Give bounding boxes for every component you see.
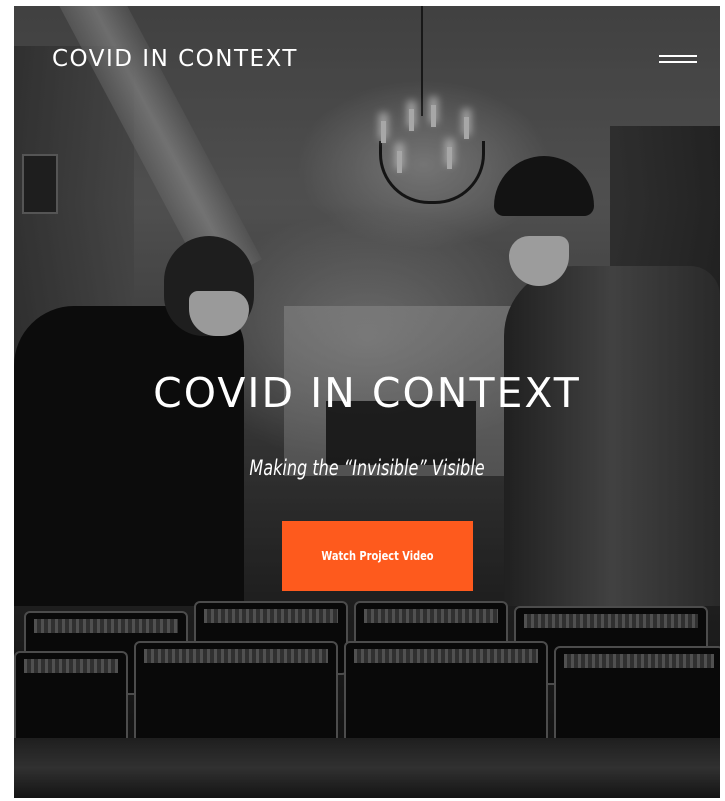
- menu-icon-bar: [659, 61, 697, 63]
- site-logo[interactable]: COVID IN CONTEXT: [52, 46, 298, 72]
- hamburger-menu-icon[interactable]: [659, 53, 699, 69]
- hero-title: COVID IN CONTEXT: [153, 369, 581, 417]
- hero-subtitle: Making the “Invisible” Visible: [249, 456, 485, 480]
- menu-icon-bar: [659, 55, 697, 57]
- watch-project-video-label: Watch Project Video: [321, 549, 434, 563]
- hero-section: COVID IN CONTEXT COVID IN CONTEXT Making…: [14, 6, 720, 798]
- watch-project-video-button[interactable]: Watch Project Video: [282, 521, 473, 591]
